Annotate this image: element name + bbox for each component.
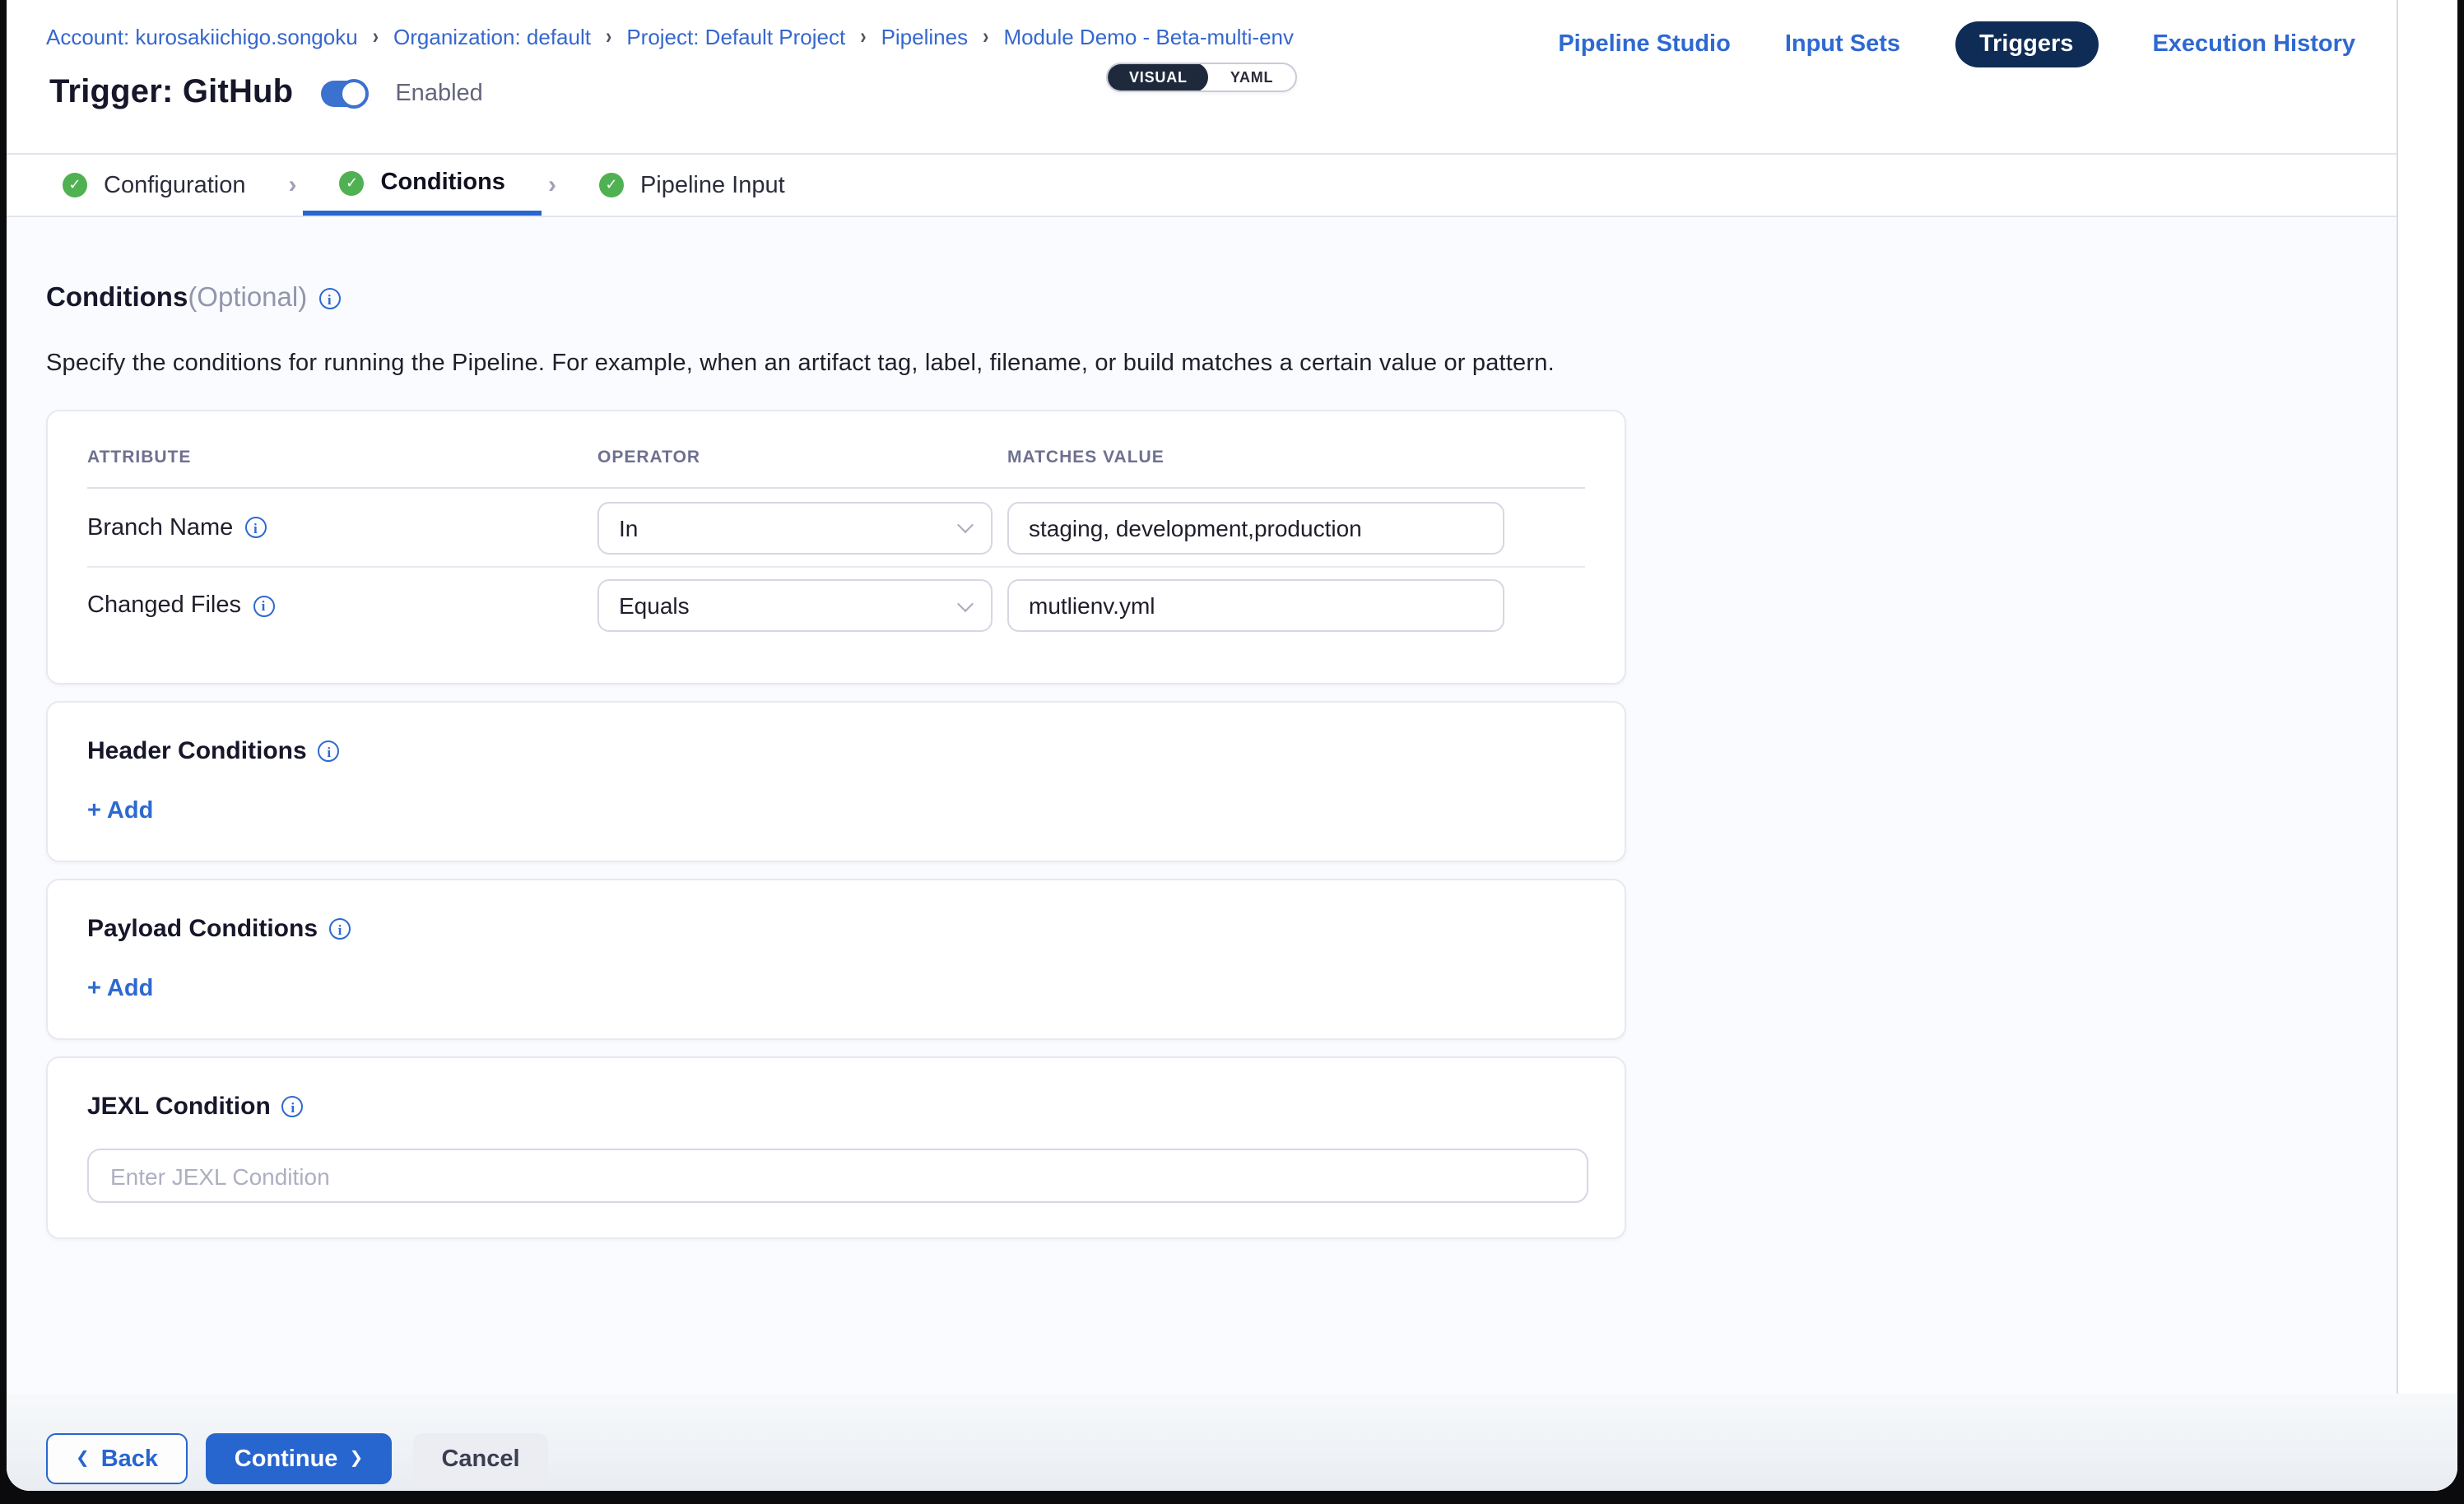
conditions-heading: Conditions (Optional) <box>46 283 2397 314</box>
check-circle-icon <box>340 170 365 195</box>
cancel-button[interactable]: Cancel <box>413 1433 548 1484</box>
info-icon[interactable] <box>244 517 266 538</box>
jexl-condition-heading-text: JEXL Condition <box>87 1093 271 1121</box>
col-header-attribute: ATTRIBUTE <box>87 448 597 467</box>
conditions-description: Specify the conditions for running the P… <box>46 350 2397 377</box>
attribute-label-text: Changed Files <box>87 592 241 619</box>
tab-conditions[interactable]: Conditions <box>304 155 542 216</box>
header-conditions-heading-text: Header Conditions <box>87 737 307 765</box>
chevron-down-icon <box>957 595 974 611</box>
header-conditions-add-button[interactable]: + Add <box>87 798 153 824</box>
breadcrumb-pipeline-name[interactable]: Module Demo - Beta-multi-env <box>1003 25 1294 49</box>
nav-triggers-active[interactable]: Triggers <box>1955 21 2098 67</box>
chevron-down-icon <box>957 517 974 533</box>
col-header-operator: OPERATOR <box>597 448 1007 467</box>
operator-select-value: In <box>619 514 638 541</box>
cancel-button-label: Cancel <box>441 1446 519 1472</box>
conditions-table-header: ATTRIBUTE OPERATOR MATCHES VALUE <box>87 448 1585 489</box>
enabled-toggle[interactable] <box>321 80 367 106</box>
chevron-right-icon: › <box>542 155 563 216</box>
continue-button[interactable]: Continue ❯ <box>206 1433 392 1484</box>
toggle-knob-icon <box>339 78 369 108</box>
nav-execution-history[interactable]: Execution History <box>2152 31 2355 58</box>
pipeline-top-nav: Pipeline Studio Input Sets Triggers Exec… <box>1558 21 2355 67</box>
back-button[interactable]: ❮ Back <box>46 1433 188 1484</box>
payload-conditions-card: Payload Conditions + Add <box>46 879 1626 1040</box>
matches-value-input[interactable] <box>1007 579 1504 632</box>
tab-conditions-label: Conditions <box>381 169 505 196</box>
jexl-condition-heading: JEXL Condition <box>87 1093 1585 1121</box>
info-icon[interactable] <box>329 918 351 940</box>
visual-yaml-toggle: VISUAL YAML <box>1106 63 1296 92</box>
nav-input-sets[interactable]: Input Sets <box>1785 31 1900 58</box>
tab-configuration-label: Configuration <box>104 172 246 198</box>
info-icon[interactable] <box>253 595 274 616</box>
table-row-branch-name: Branch Name In <box>87 489 1585 566</box>
app-window: Account: kurosakiichigo.songoku › Organi… <box>7 0 2457 1491</box>
payload-conditions-add-button[interactable]: + Add <box>87 976 153 1002</box>
attribute-label: Branch Name <box>87 514 597 541</box>
breadcrumb: Account: kurosakiichigo.songoku › Organi… <box>46 25 1294 49</box>
page-header: Account: kurosakiichigo.songoku › Organi… <box>7 0 2457 155</box>
title-row: Trigger: GitHub Enabled <box>49 74 483 112</box>
jexl-condition-card: JEXL Condition <box>46 1056 1626 1239</box>
optional-suffix: (Optional) <box>188 283 307 314</box>
attribute-label-text: Branch Name <box>87 514 233 541</box>
chevron-right-icon: ❯ <box>349 1450 363 1468</box>
tab-pipeline-input[interactable]: Pipeline Input <box>563 155 821 216</box>
info-icon[interactable] <box>318 288 340 309</box>
header-conditions-card: Header Conditions + Add <box>46 701 1626 862</box>
enabled-label: Enabled <box>395 80 482 106</box>
wizard-tabbar: Configuration › Conditions › Pipeline In… <box>7 155 2457 217</box>
info-icon[interactable] <box>282 1096 304 1117</box>
operator-select[interactable]: Equals <box>597 579 993 632</box>
payload-conditions-heading-text: Payload Conditions <box>87 915 318 943</box>
screen: Account: kurosakiichigo.songoku › Organi… <box>0 0 2464 1504</box>
check-circle-icon <box>599 173 624 197</box>
chevron-right-icon: › <box>282 155 304 216</box>
back-button-label: Back <box>101 1446 158 1472</box>
nav-pipeline-studio[interactable]: Pipeline Studio <box>1558 31 1730 58</box>
col-header-matches-value: MATCHES VALUE <box>1007 448 1521 467</box>
breadcrumb-account[interactable]: Account: kurosakiichigo.songoku <box>46 25 358 49</box>
scrollbar-gutter[interactable] <box>2397 0 2457 1394</box>
payload-conditions-heading: Payload Conditions <box>87 915 1585 943</box>
check-circle-icon <box>63 173 87 197</box>
breadcrumb-project[interactable]: Project: Default Project <box>626 25 845 49</box>
breadcrumb-pipelines[interactable]: Pipelines <box>881 25 969 49</box>
footer-bar: ❮ Back Continue ❯ Cancel <box>7 1394 2457 1491</box>
breadcrumb-organization[interactable]: Organization: default <box>393 25 591 49</box>
jexl-condition-input[interactable] <box>87 1149 1588 1203</box>
operator-select-value: Equals <box>619 592 690 619</box>
header-conditions-heading: Header Conditions <box>87 737 1585 765</box>
conditions-table-card: ATTRIBUTE OPERATOR MATCHES VALUE Branch … <box>46 410 1626 685</box>
breadcrumb-separator-icon: › <box>373 26 379 49</box>
operator-select[interactable]: In <box>597 501 993 554</box>
breadcrumb-separator-icon: › <box>860 26 866 49</box>
breadcrumb-separator-icon: › <box>983 26 988 49</box>
attribute-label: Changed Files <box>87 592 597 619</box>
conditions-heading-text: Conditions <box>46 283 188 314</box>
chevron-left-icon: ❮ <box>76 1450 90 1468</box>
tab-configuration[interactable]: Configuration <box>26 155 282 216</box>
yaml-toggle-button[interactable]: YAML <box>1209 63 1295 92</box>
table-row-changed-files: Changed Files Equals <box>87 566 1585 643</box>
continue-button-label: Continue <box>235 1446 338 1472</box>
breadcrumb-separator-icon: › <box>606 26 611 49</box>
page-title: Trigger: GitHub <box>49 74 293 112</box>
visual-toggle-button[interactable]: VISUAL <box>1108 63 1209 92</box>
tab-pipeline-input-label: Pipeline Input <box>640 172 785 198</box>
info-icon[interactable] <box>318 740 340 762</box>
conditions-panel: Conditions (Optional) Specify the condit… <box>7 217 2397 1394</box>
matches-value-input[interactable] <box>1007 501 1504 554</box>
